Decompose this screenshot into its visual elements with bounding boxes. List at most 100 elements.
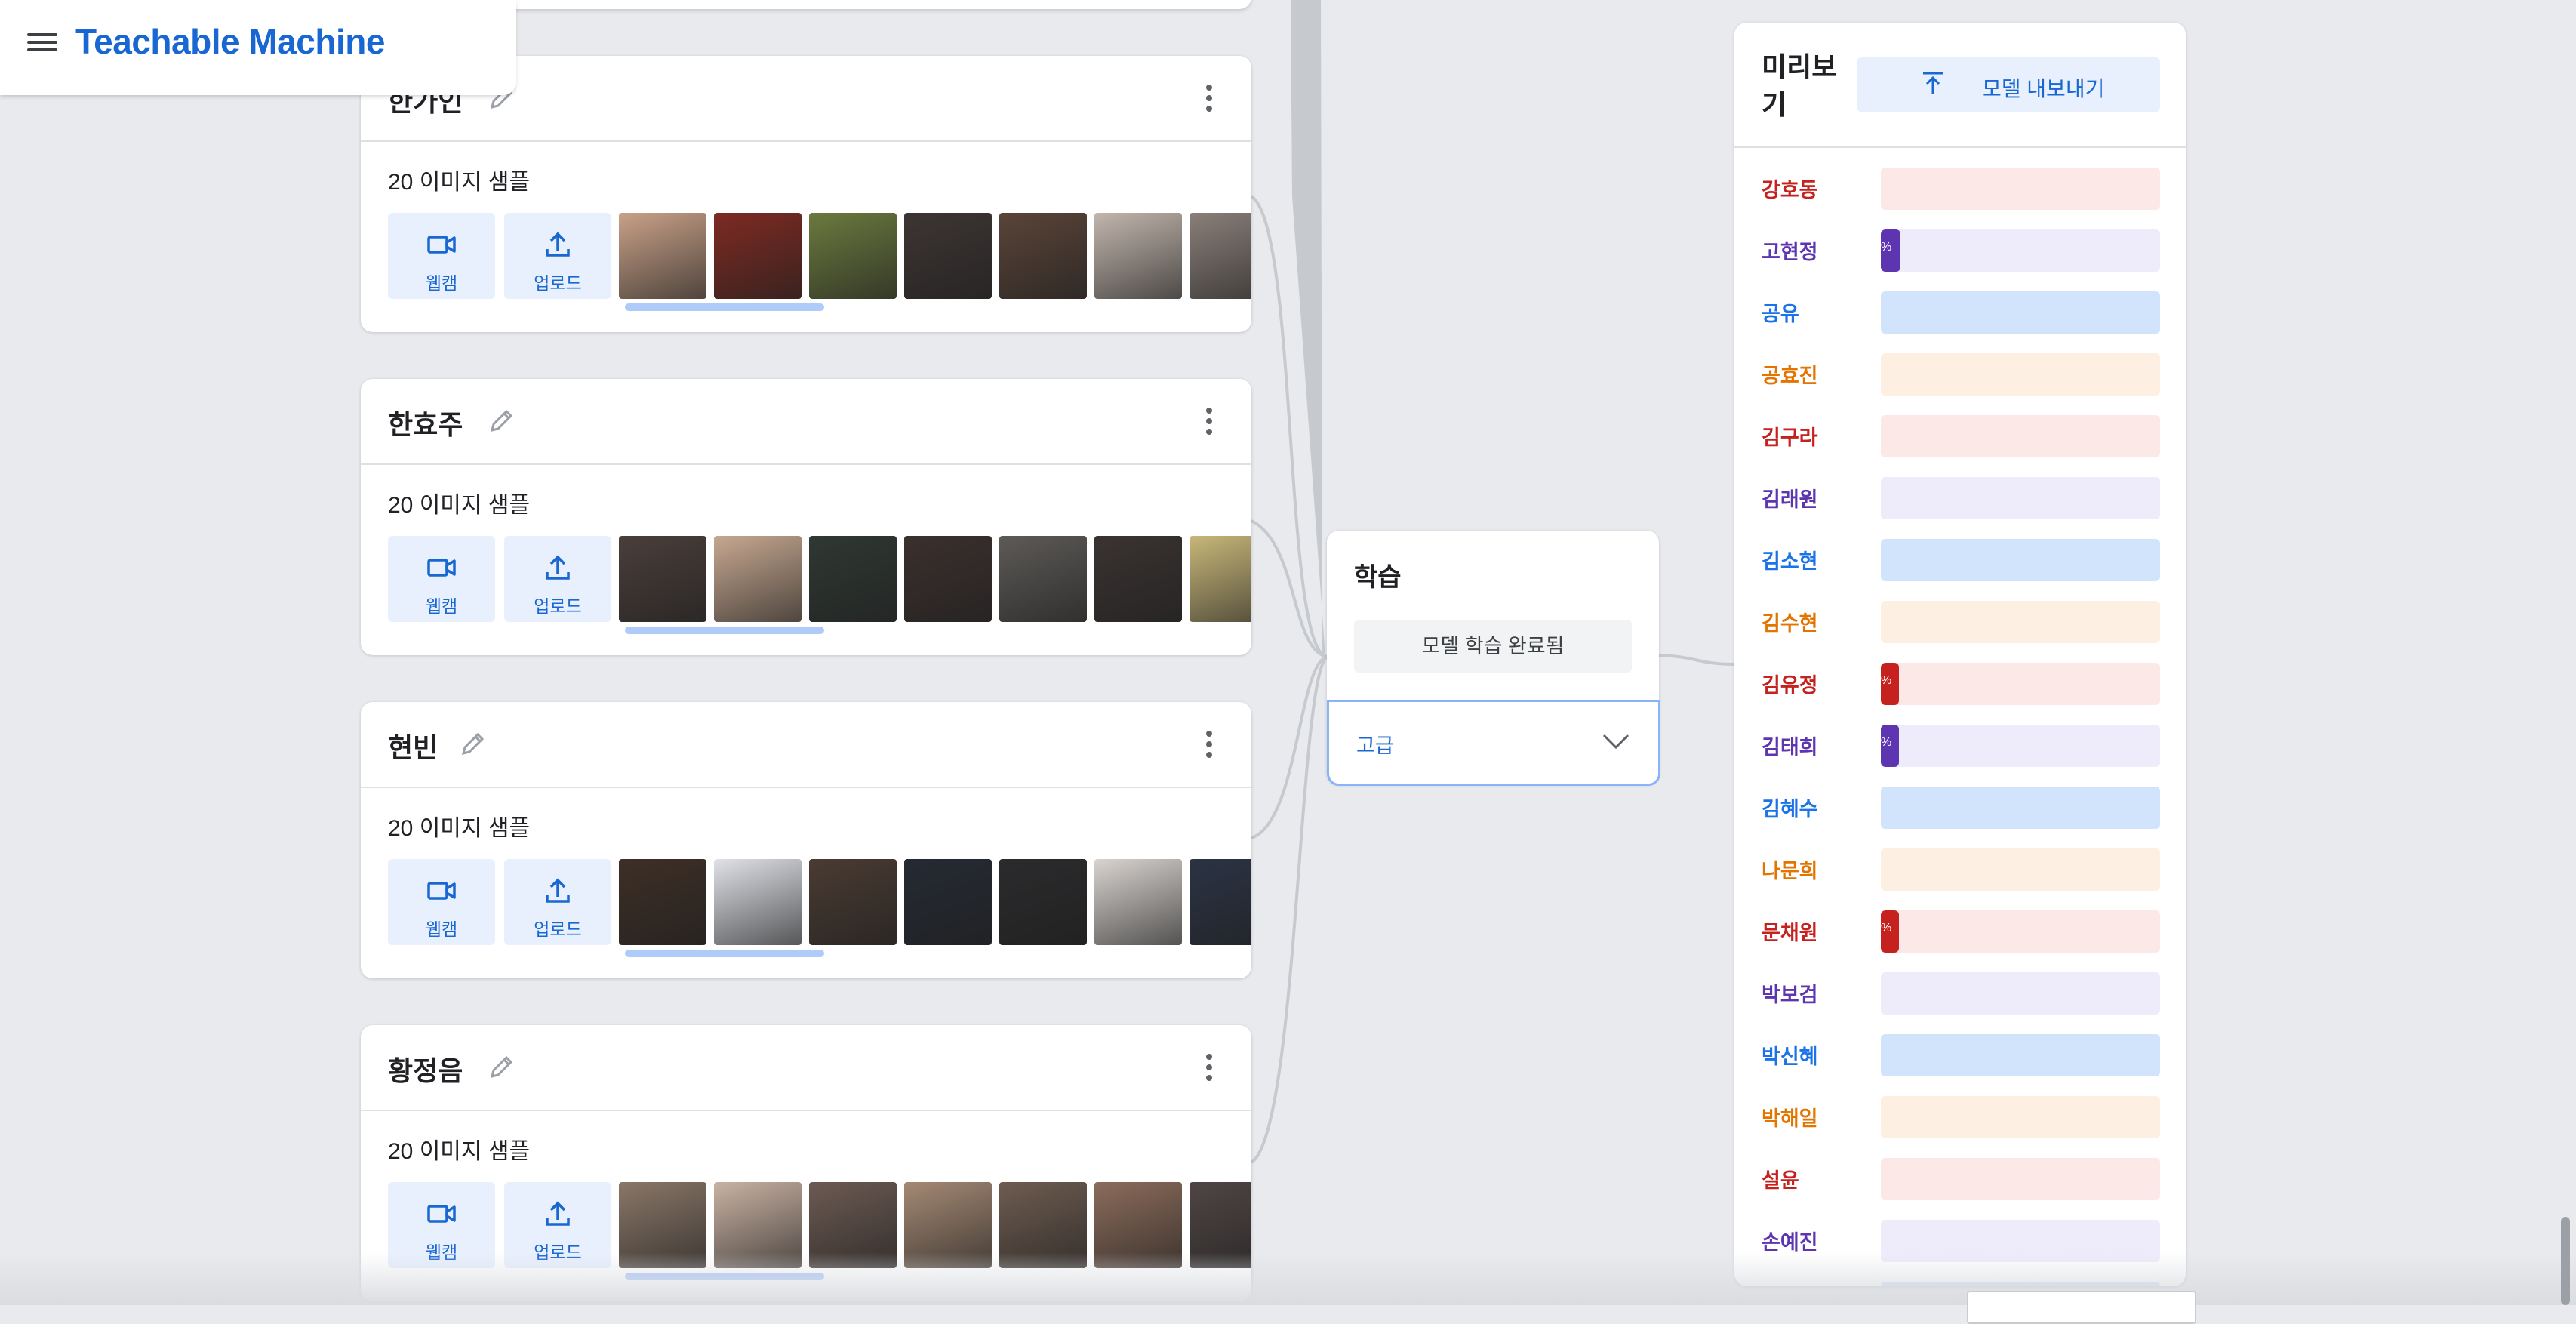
- sample-thumbnail[interactable]: [714, 536, 802, 622]
- more-vert-icon[interactable]: [1205, 408, 1214, 438]
- app-header: Teachable Machine: [0, 0, 516, 95]
- prediction-bar: [1881, 1158, 2160, 1200]
- preview-panel: 미리보기 모델 내보내기 강호동 고현정 % 공유 공효진 김구라 김래원 김소…: [1734, 23, 2186, 1286]
- sample-thumbnail[interactable]: [714, 859, 802, 945]
- advanced-toggle[interactable]: 고급: [1327, 700, 1660, 786]
- prediction-row: 고현정 %: [1734, 219, 2186, 281]
- class-card-header: 황정음: [361, 1025, 1251, 1111]
- samples-count-label: 20 이미지 샘플: [388, 170, 531, 195]
- export-model-label: 모델 내보내기: [1982, 77, 2105, 100]
- sample-thumbnail[interactable]: [904, 859, 992, 945]
- thumbnails-scrollbar[interactable]: [625, 303, 824, 311]
- sample-thumbnail[interactable]: [809, 859, 897, 945]
- prediction-row: 김소현: [1734, 528, 2186, 590]
- prediction-row: 박해일: [1734, 1085, 2186, 1147]
- prediction-percent: %: [1881, 241, 1892, 254]
- prediction-bar: %: [1881, 725, 2160, 767]
- webcam-button[interactable]: 웹캠: [388, 213, 495, 299]
- export-model-button[interactable]: 모델 내보내기: [1857, 57, 2160, 112]
- prediction-percent: %: [1881, 922, 1892, 934]
- prediction-class-name: 김유정: [1762, 674, 1818, 697]
- preview-title: 미리보기: [1762, 51, 1837, 120]
- prediction-class-name: 박보검: [1762, 984, 1818, 1006]
- prediction-row: 김혜수: [1734, 776, 2186, 838]
- sample-thumbnail[interactable]: [809, 536, 897, 622]
- prediction-bar: %: [1881, 229, 2160, 272]
- app-title: Teachable Machine: [75, 22, 385, 61]
- class-card: 한효주 20 이미지 샘플 웹캠 업로드: [361, 379, 1251, 655]
- prediction-class-name: 박해일: [1762, 1107, 1818, 1130]
- prediction-bar: [1881, 787, 2160, 829]
- videocam-icon: [427, 559, 456, 577]
- train-model-button[interactable]: 모델 학습 완료됨: [1354, 620, 1632, 673]
- prediction-bar: [1881, 353, 2160, 396]
- bottom-input[interactable]: [1967, 1291, 2196, 1324]
- sample-thumbnail[interactable]: [619, 536, 706, 622]
- sample-thumbnail[interactable]: [999, 859, 1087, 945]
- prediction-row: 김구라: [1734, 405, 2186, 466]
- advanced-label: 고급: [1356, 734, 1394, 757]
- prediction-row: 강호동: [1734, 157, 2186, 219]
- pencil-icon[interactable]: [486, 406, 516, 436]
- upload-button[interactable]: 업로드: [504, 213, 611, 299]
- sample-thumbnail[interactable]: [1190, 859, 1251, 945]
- sample-thumbnail[interactable]: [619, 859, 706, 945]
- class-card: 현빈 20 이미지 샘플 웹캠 업로드: [361, 702, 1251, 978]
- upload-label: 업로드: [534, 273, 582, 293]
- prediction-percent: %: [1881, 674, 1892, 687]
- prediction-class-name: 고현정: [1762, 241, 1818, 263]
- prediction-class-name: 김혜수: [1762, 798, 1818, 821]
- sample-thumbnails: [619, 213, 1251, 299]
- prediction-bar: %: [1881, 910, 2160, 953]
- prediction-bar: [1881, 168, 2160, 210]
- sample-thumbnail[interactable]: [1190, 213, 1251, 299]
- webcam-button[interactable]: 웹캠: [388, 536, 495, 622]
- more-vert-icon[interactable]: [1205, 85, 1214, 115]
- page-scrollbar[interactable]: [2561, 1217, 2570, 1305]
- prediction-bar: %: [1881, 663, 2160, 705]
- prediction-bar: [1881, 848, 2160, 891]
- sample-thumbnail[interactable]: [1094, 859, 1182, 945]
- sample-thumbnail[interactable]: [904, 213, 992, 299]
- pencil-icon[interactable]: [486, 1052, 516, 1082]
- sample-thumbnail[interactable]: [714, 213, 802, 299]
- class-name[interactable]: 황정음: [388, 1049, 463, 1088]
- prediction-row: 김유정 %: [1734, 652, 2186, 714]
- prediction-class-name: 손예진: [1762, 1231, 1818, 1254]
- prediction-bar: [1881, 291, 2160, 334]
- export-arrow-icon: [1923, 72, 1943, 94]
- chevron-down-icon: [1602, 734, 1630, 750]
- class-card-header: 현빈: [361, 702, 1251, 788]
- more-vert-icon[interactable]: [1205, 731, 1214, 761]
- sample-thumbnails: [619, 859, 1251, 945]
- sample-thumbnail[interactable]: [1094, 213, 1182, 299]
- more-vert-icon[interactable]: [1205, 1054, 1214, 1084]
- menu-icon[interactable]: [27, 29, 57, 54]
- prediction-bar: [1881, 1034, 2160, 1076]
- prediction-class-name: 공효진: [1762, 365, 1818, 387]
- class-name[interactable]: 한효주: [388, 403, 463, 442]
- videocam-icon: [427, 882, 456, 900]
- class-card-header: 한효주: [361, 379, 1251, 465]
- upload-button[interactable]: 업로드: [504, 536, 611, 622]
- training-title: 학습: [1354, 563, 1402, 592]
- sample-thumbnail[interactable]: [809, 213, 897, 299]
- sample-thumbnail[interactable]: [1094, 536, 1182, 622]
- prediction-class-name: 박신혜: [1762, 1045, 1818, 1068]
- webcam-label: 웹캠: [425, 596, 458, 616]
- prediction-row: 나문희: [1734, 838, 2186, 900]
- class-name[interactable]: 현빈: [388, 726, 438, 765]
- pencil-icon[interactable]: [457, 729, 488, 759]
- webcam-button[interactable]: 웹캠: [388, 859, 495, 945]
- thumbnails-scrollbar[interactable]: [625, 627, 824, 634]
- sample-thumbnail[interactable]: [1190, 536, 1251, 622]
- sample-thumbnail[interactable]: [619, 213, 706, 299]
- thumbnails-scrollbar[interactable]: [625, 950, 824, 957]
- webcam-label: 웹캠: [425, 919, 458, 939]
- prediction-row: 설윤: [1734, 1147, 2186, 1209]
- sample-thumbnail[interactable]: [999, 536, 1087, 622]
- upload-button[interactable]: 업로드: [504, 859, 611, 945]
- sample-thumbnail[interactable]: [904, 536, 992, 622]
- prediction-bar-fill: %: [1881, 663, 1899, 705]
- sample-thumbnail[interactable]: [999, 213, 1087, 299]
